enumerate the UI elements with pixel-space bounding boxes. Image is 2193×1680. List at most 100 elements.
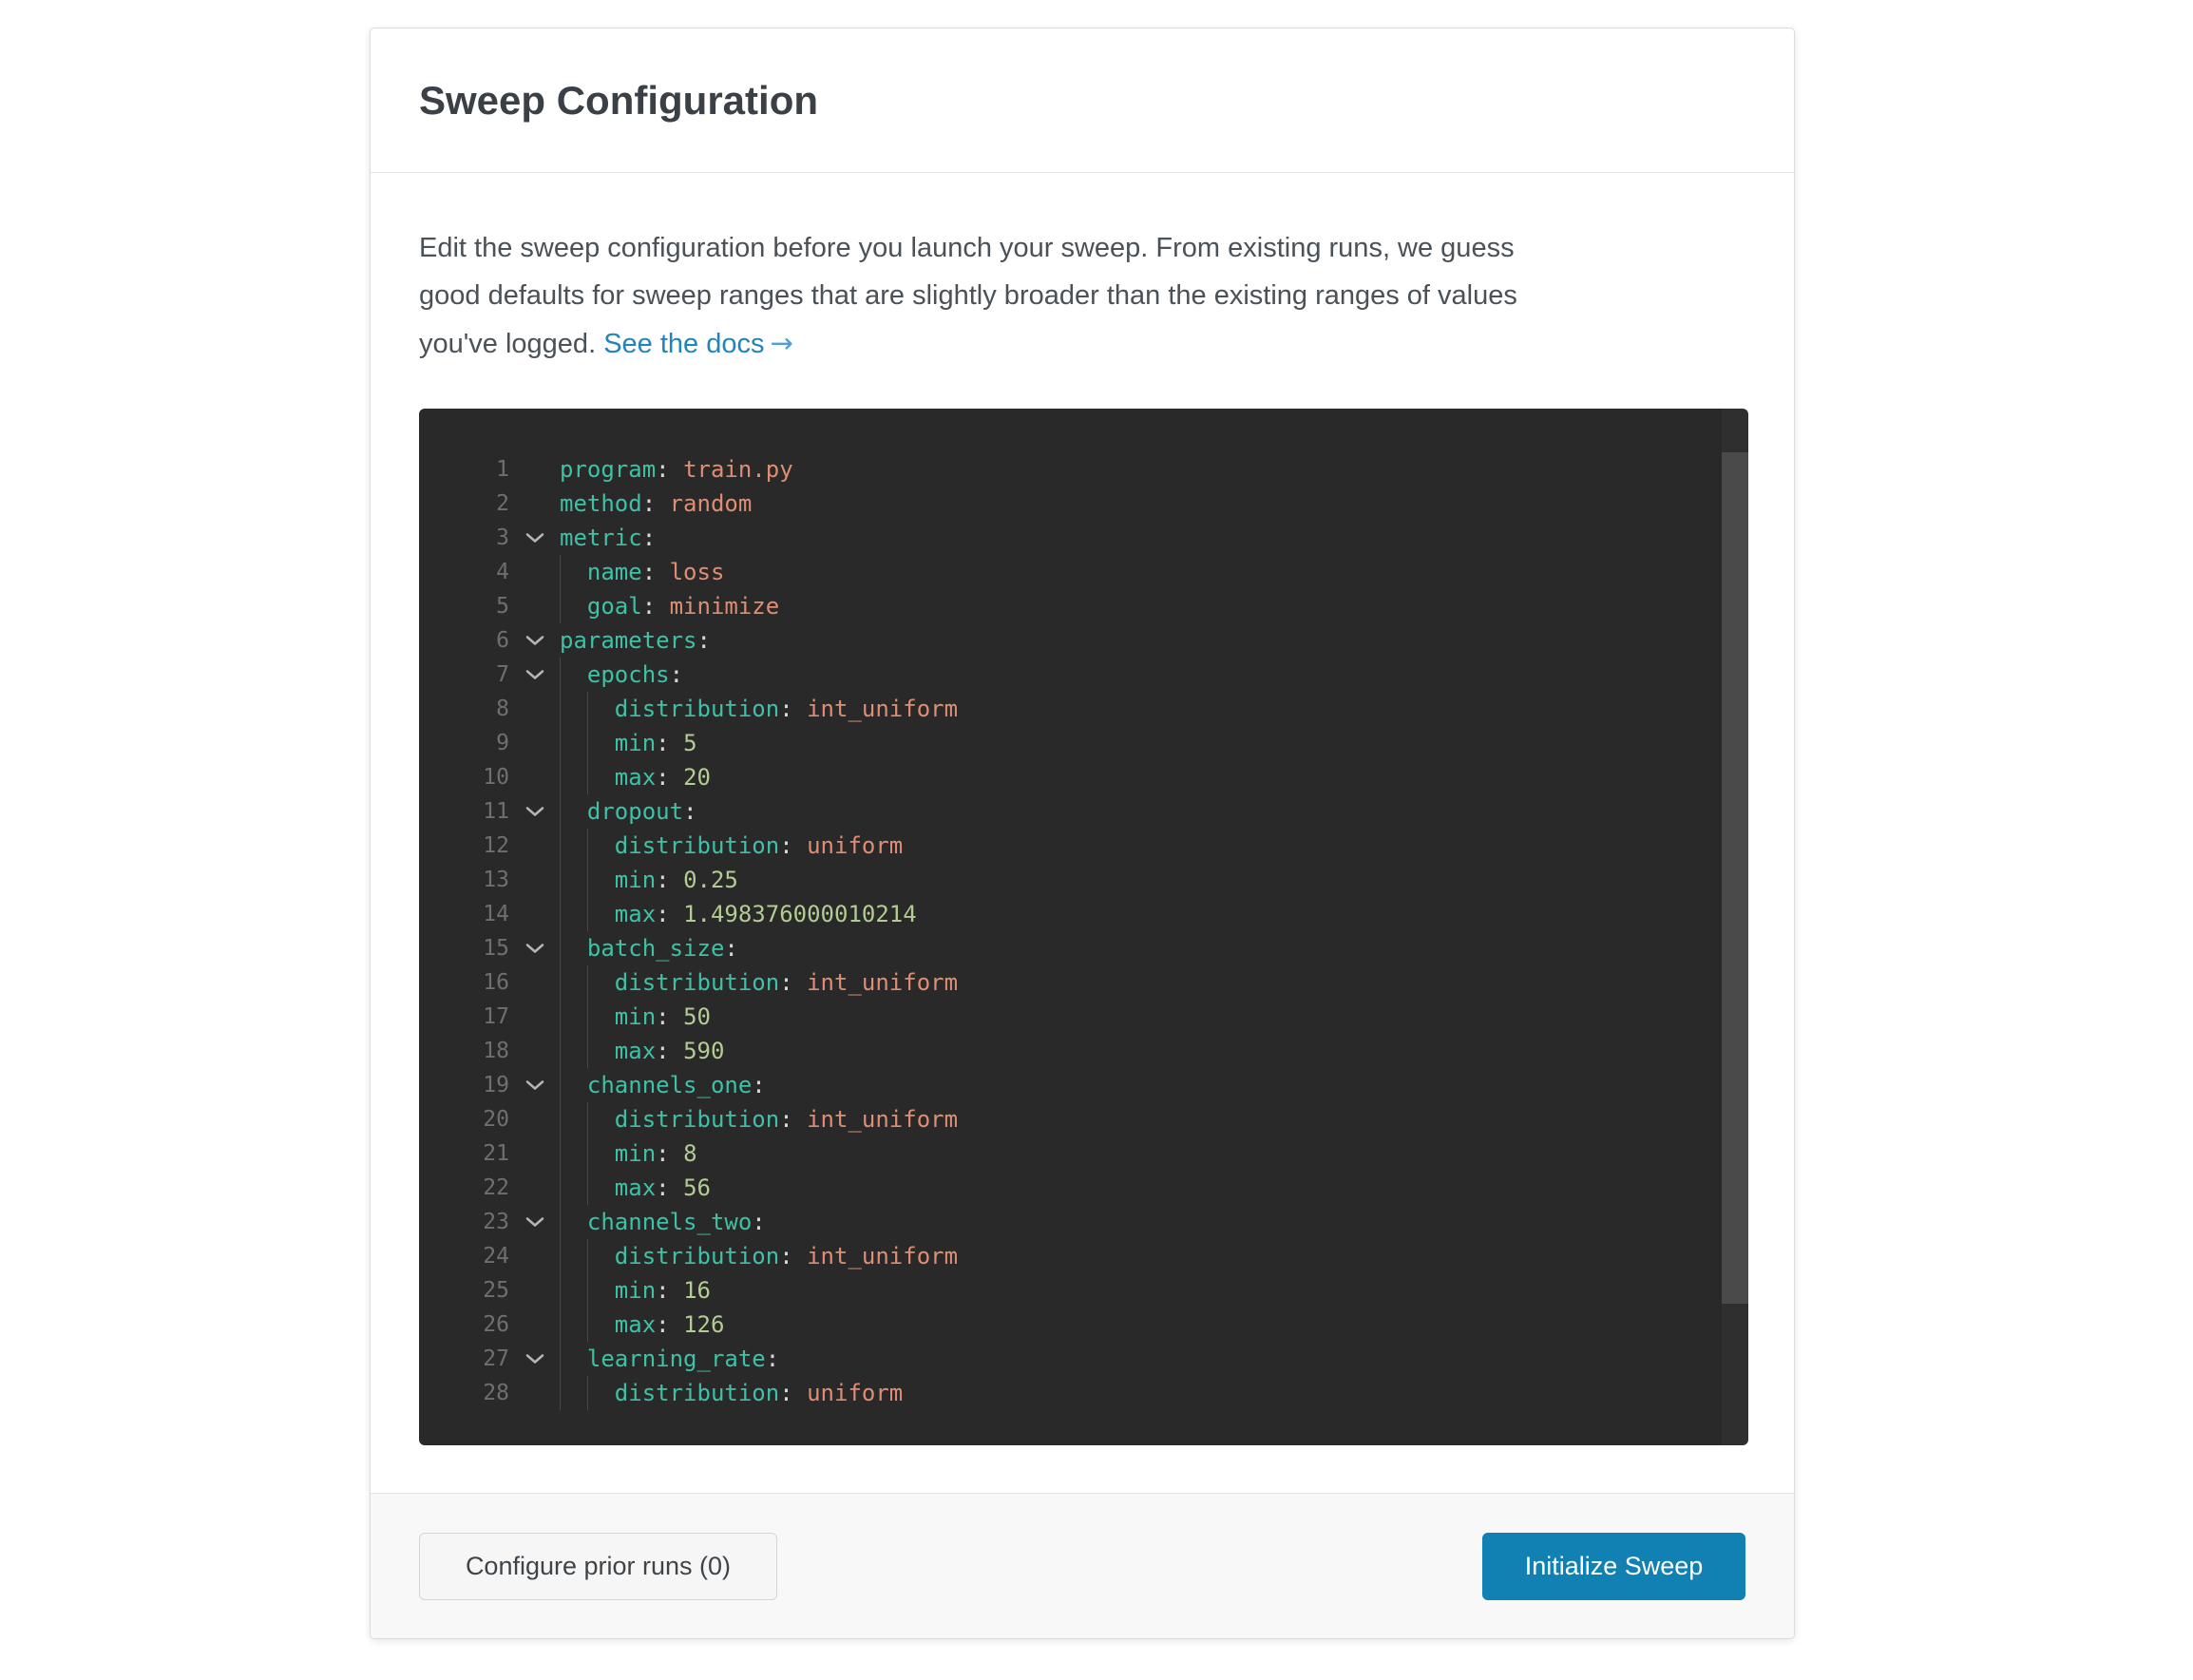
code-line-content[interactable]: program: train.py	[560, 452, 1748, 487]
yaml-key: max	[615, 764, 656, 791]
code-line-content[interactable]: batch_size:	[560, 931, 1748, 965]
description-line-prefix: you've logged.	[419, 329, 603, 359]
fold-toggle[interactable]	[509, 658, 560, 692]
code-line-content[interactable]: dropout:	[560, 794, 1748, 829]
yaml-colon: :	[779, 969, 792, 996]
fold-chevron-icon	[524, 805, 545, 818]
see-the-docs-link[interactable]: See the docs→	[603, 329, 793, 359]
code-line: 21 min: 8	[419, 1136, 1748, 1171]
fold-gutter-spacer	[509, 1034, 560, 1068]
code-line: 28 distribution: uniform	[419, 1376, 1748, 1410]
yaml-colon: :	[656, 901, 669, 927]
code-line-content[interactable]: min: 50	[560, 1000, 1748, 1034]
line-number: 28	[419, 1376, 509, 1410]
fold-toggle[interactable]	[509, 794, 560, 829]
indent-guide	[587, 1239, 588, 1273]
indent-guide	[587, 1034, 588, 1068]
code-line-content[interactable]: min: 16	[560, 1273, 1748, 1308]
code-line-content[interactable]: method: random	[560, 487, 1748, 521]
code-line: 20 distribution: int_uniform	[419, 1102, 1748, 1136]
indent-guide	[587, 965, 588, 1000]
indent-guide	[560, 794, 561, 829]
fold-toggle[interactable]	[509, 1342, 560, 1376]
code-line-content[interactable]: min: 0.25	[560, 863, 1748, 897]
code-line-content[interactable]: learning_rate:	[560, 1342, 1748, 1376]
line-number: 1	[419, 452, 509, 487]
code-line-content[interactable]: max: 126	[560, 1308, 1748, 1342]
code-line-content[interactable]: max: 20	[560, 760, 1748, 794]
code-line-content[interactable]: distribution: uniform	[560, 1376, 1748, 1410]
yaml-colon: :	[697, 627, 711, 654]
yaml-value: 590	[683, 1038, 724, 1064]
code-line-content[interactable]: max: 1.498376000010214	[560, 897, 1748, 931]
line-number: 24	[419, 1239, 509, 1273]
yaml-key: max	[615, 1038, 656, 1064]
configure-prior-runs-button[interactable]: Configure prior runs (0)	[419, 1533, 777, 1600]
code-line: 15 batch_size:	[419, 931, 1748, 965]
fold-toggle[interactable]	[509, 521, 560, 555]
code-line-content[interactable]: channels_one:	[560, 1068, 1748, 1102]
code-line-content[interactable]: name: loss	[560, 555, 1748, 589]
code-line-content[interactable]: epochs:	[560, 658, 1748, 692]
fold-gutter-spacer	[509, 487, 560, 521]
code-line: 12 distribution: uniform	[419, 829, 1748, 863]
indent-guide	[587, 1273, 588, 1308]
initialize-sweep-button[interactable]: Initialize Sweep	[1482, 1533, 1745, 1600]
fold-toggle[interactable]	[509, 1068, 560, 1102]
yaml-value: uniform	[807, 1380, 903, 1406]
fold-chevron-icon	[524, 668, 545, 681]
code-line-content[interactable]: distribution: int_uniform	[560, 692, 1748, 726]
page-title: Sweep Configuration	[419, 78, 818, 124]
yaml-key: min	[615, 1140, 656, 1167]
indent-guide	[560, 931, 561, 965]
code-line-content[interactable]: metric:	[560, 521, 1748, 555]
code-line-content[interactable]: min: 8	[560, 1136, 1748, 1171]
yaml-colon: :	[779, 1380, 792, 1406]
line-number: 4	[419, 555, 509, 589]
yaml-key: max	[615, 901, 656, 927]
yaml-value: 50	[683, 1003, 711, 1030]
code-line-content[interactable]: channels_two:	[560, 1205, 1748, 1239]
code-line-content[interactable]: min: 5	[560, 726, 1748, 760]
indent-guide	[560, 1342, 561, 1376]
code-line-content[interactable]: distribution: int_uniform	[560, 965, 1748, 1000]
code-line: 23 channels_two:	[419, 1205, 1748, 1239]
code-line-content[interactable]: max: 590	[560, 1034, 1748, 1068]
fold-toggle[interactable]	[509, 623, 560, 658]
code-line-content[interactable]: goal: minimize	[560, 589, 1748, 623]
code-line: 5 goal: minimize	[419, 589, 1748, 623]
indent-guide	[560, 1376, 561, 1410]
dialog-header: Sweep Configuration	[371, 29, 1794, 173]
fold-chevron-icon	[524, 942, 545, 955]
code-line-content[interactable]: distribution: int_uniform	[560, 1239, 1748, 1273]
code-line-content[interactable]: distribution: uniform	[560, 829, 1748, 863]
yaml-key: dropout	[587, 798, 683, 825]
line-number: 16	[419, 965, 509, 1000]
yaml-key: distribution	[615, 1380, 779, 1406]
code-line: 17 min: 50	[419, 1000, 1748, 1034]
yaml-key: distribution	[615, 1243, 779, 1270]
code-line-content[interactable]: parameters:	[560, 623, 1748, 658]
fold-toggle[interactable]	[509, 1205, 560, 1239]
code-line-content[interactable]: distribution: int_uniform	[560, 1102, 1748, 1136]
yaml-config-editor[interactable]: 1program: train.py2method: random3metric…	[419, 409, 1748, 1445]
code-line-content[interactable]: max: 56	[560, 1171, 1748, 1205]
fold-gutter-spacer	[509, 829, 560, 863]
yaml-key: channels_two	[587, 1209, 752, 1235]
fold-gutter-spacer	[509, 1308, 560, 1342]
line-number: 13	[419, 863, 509, 897]
indent-guide	[560, 1205, 561, 1239]
code-line: 24 distribution: int_uniform	[419, 1239, 1748, 1273]
editor-scrollbar-thumb[interactable]	[1722, 452, 1748, 1304]
yaml-value: 56	[683, 1174, 711, 1201]
code-line: 19 channels_one:	[419, 1068, 1748, 1102]
yaml-value: int_uniform	[807, 1243, 958, 1270]
yaml-colon: :	[642, 559, 656, 585]
fold-toggle[interactable]	[509, 931, 560, 965]
yaml-key: distribution	[615, 696, 779, 722]
yaml-colon: :	[656, 764, 669, 791]
code-line: 18 max: 590	[419, 1034, 1748, 1068]
yaml-colon: :	[683, 798, 696, 825]
code-line: 13 min: 0.25	[419, 863, 1748, 897]
indent-guide	[587, 897, 588, 931]
